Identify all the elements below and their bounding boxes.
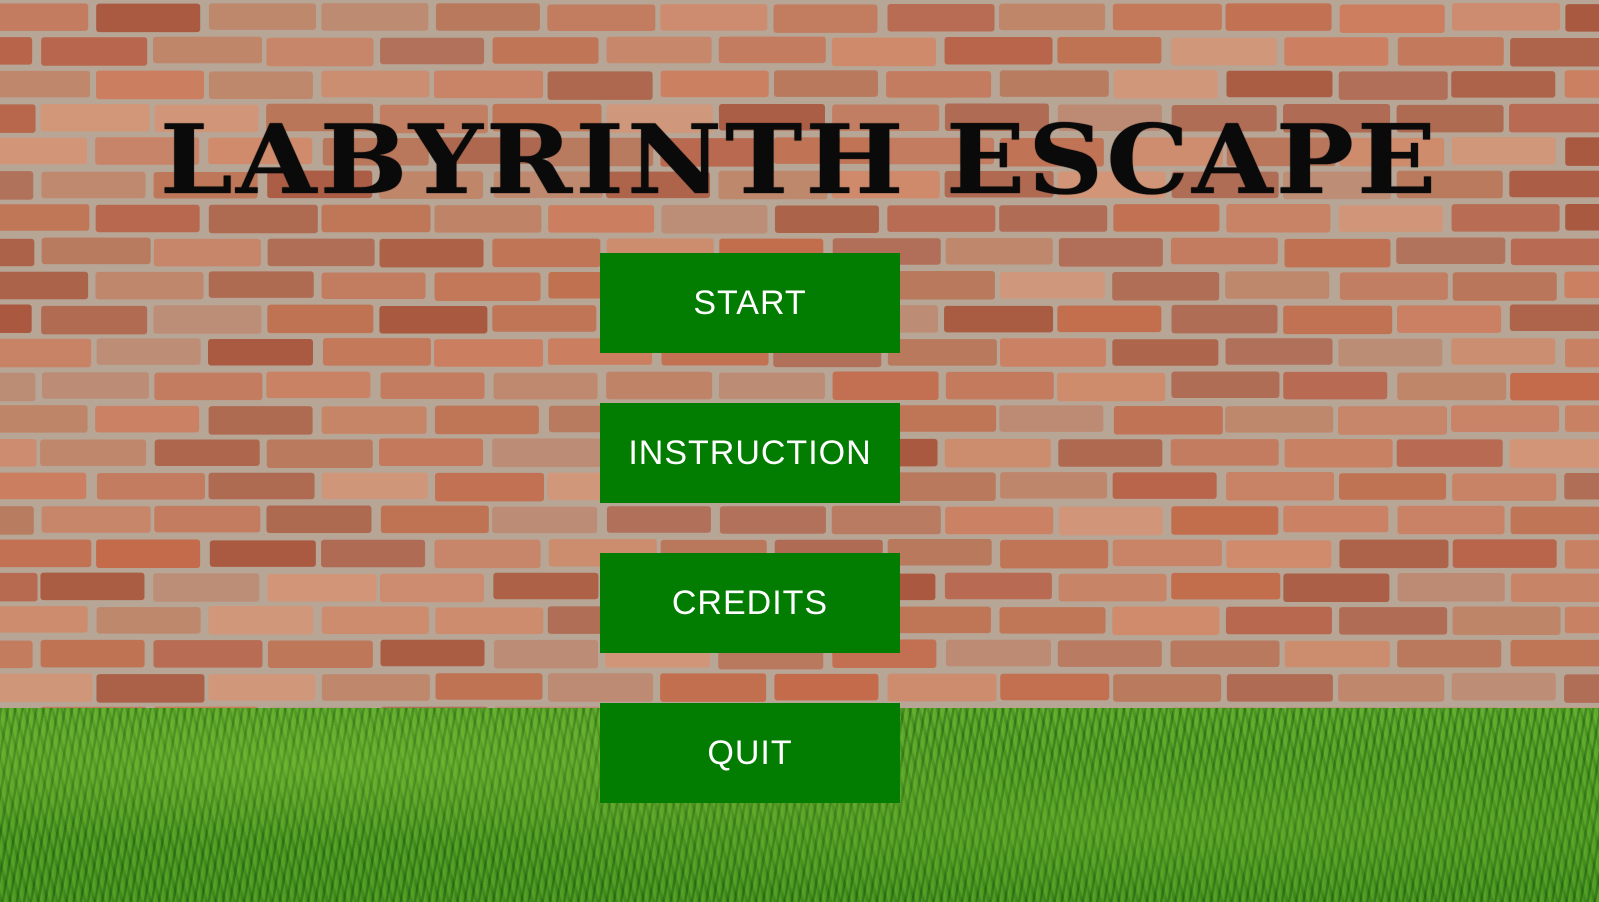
game-title: LABYRINTH ESCAPE (159, 102, 1440, 217)
quit-button-label: QUIT (707, 733, 793, 772)
start-button-label: START (693, 283, 807, 322)
credits-button[interactable]: CREDITS (600, 553, 900, 653)
main-menu: START INSTRUCTION CREDITS QUIT (600, 253, 900, 803)
game-main-menu: LABYRINTH ESCAPE START INSTRUCTION CREDI… (0, 0, 1599, 902)
credits-button-label: CREDITS (671, 583, 829, 622)
instruction-button[interactable]: INSTRUCTION (600, 403, 900, 503)
quit-button[interactable]: QUIT (600, 703, 900, 803)
instruction-button-label: INSTRUCTION (628, 433, 872, 472)
start-button[interactable]: START (600, 253, 900, 353)
